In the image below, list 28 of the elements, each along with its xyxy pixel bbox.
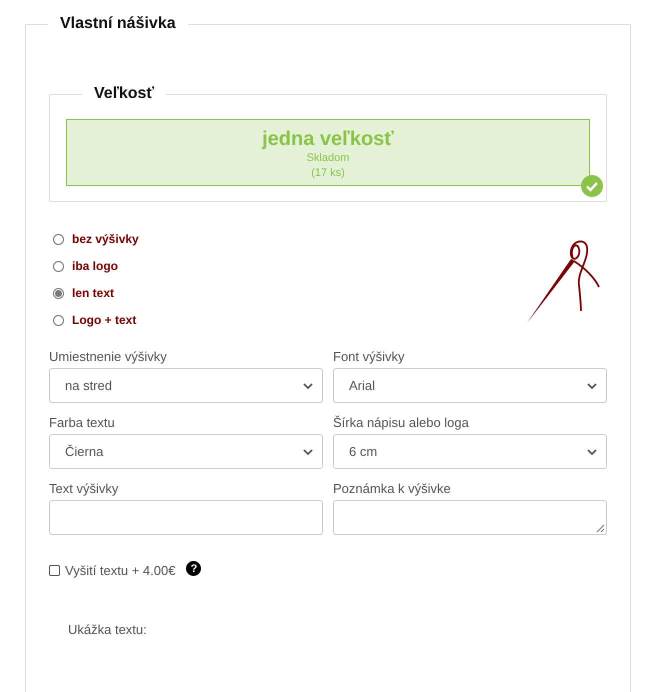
chevron-icon <box>302 382 314 390</box>
textarea-field[interactable] <box>333 500 607 535</box>
preview-label: Ukážka textu: <box>68 622 148 637</box>
field-label: Text výšivky <box>49 481 120 496</box>
help-icon[interactable]: ? <box>186 561 202 576</box>
field-label: Font výšivky <box>333 349 406 364</box>
resize-grip-icon[interactable] <box>596 524 605 533</box>
dropdown[interactable]: Arial <box>333 368 607 403</box>
input-field[interactable] <box>49 500 323 535</box>
field-label: Farba textu <box>49 415 116 430</box>
radio-option[interactable]: bez výšivky <box>53 232 139 246</box>
radio-option[interactable]: Logo + text <box>53 313 139 327</box>
dropdown[interactable]: Čierna <box>49 434 323 469</box>
radio-option[interactable]: len text <box>53 286 139 300</box>
chevron-icon <box>302 448 314 456</box>
radio-option[interactable]: iba logo <box>53 259 139 273</box>
checkbox[interactable] <box>49 565 60 576</box>
field-label: Umiestnenie výšivky <box>49 349 168 364</box>
chevron-icon <box>586 382 598 390</box>
chevron-icon <box>586 448 598 456</box>
section-title: Vlastní nášivka <box>59 15 177 33</box>
checkbox-label: Vyšití textu + 4.00€ <box>65 563 176 578</box>
dropdown[interactable]: na stred <box>49 368 323 403</box>
dropdown[interactable]: 6 cm <box>333 434 607 469</box>
size-title: Veľkosť <box>93 85 156 103</box>
field-label: Poznámka k výšivke <box>333 481 452 496</box>
field-label: Šírka nápisu alebo loga <box>333 415 470 430</box>
check-icon <box>581 175 603 197</box>
